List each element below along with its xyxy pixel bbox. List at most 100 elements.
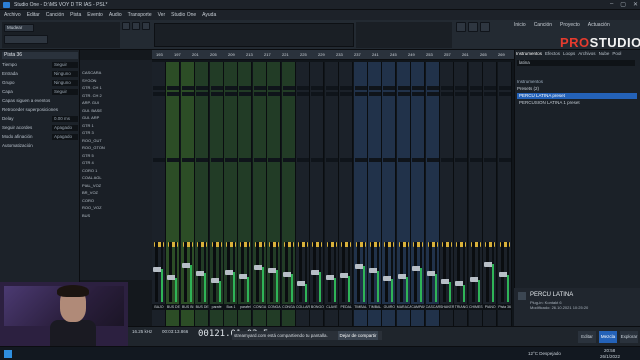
track-name[interactable]: CASCARA bbox=[80, 70, 152, 75]
channel-name[interactable]: BUS DE P bbox=[195, 304, 210, 310]
browser-tab[interactable]: Instrumentos bbox=[516, 51, 542, 56]
insert-slot[interactable] bbox=[196, 92, 209, 96]
channel-name[interactable]: BUS BI bbox=[180, 304, 195, 310]
split-tool-icon[interactable] bbox=[142, 22, 150, 30]
insert-slot[interactable] bbox=[253, 86, 266, 90]
browser-tab[interactable]: Archivos bbox=[578, 51, 595, 56]
insert-slot[interactable] bbox=[498, 86, 511, 90]
track-name[interactable]: BR_VOZ bbox=[80, 190, 152, 195]
browser-tab[interactable]: Loops bbox=[563, 51, 575, 56]
insert-slot[interactable] bbox=[253, 92, 266, 96]
sync-button[interactable] bbox=[4, 35, 48, 44]
inspector-value[interactable]: Ninguno bbox=[52, 71, 78, 77]
channel-name[interactable]: parafel congo bbox=[238, 304, 253, 310]
top-tab[interactable]: Actuación bbox=[588, 22, 610, 28]
insert-slot[interactable] bbox=[484, 86, 497, 90]
insert-slot[interactable] bbox=[354, 86, 367, 90]
top-tab[interactable]: Proyecto bbox=[560, 22, 580, 28]
inspector-value[interactable]: Apagado bbox=[52, 125, 78, 131]
channel-name[interactable]: CONGA 1 bbox=[252, 304, 267, 310]
insert-slot[interactable] bbox=[412, 92, 425, 96]
track-name[interactable]: CORO bbox=[80, 198, 152, 203]
send-slot[interactable] bbox=[369, 158, 381, 162]
browser-search-input[interactable]: latina bbox=[517, 60, 635, 66]
channel-name[interactable]: PIANO bbox=[483, 304, 498, 310]
range-tool-icon[interactable] bbox=[132, 22, 140, 30]
channel-name[interactable]: Pista 36 bbox=[497, 304, 512, 310]
insert-slot[interactable] bbox=[325, 86, 338, 90]
insert-slot[interactable] bbox=[397, 86, 410, 90]
send-slot[interactable] bbox=[340, 158, 353, 162]
channel-name[interactable]: GUIRO bbox=[382, 304, 397, 310]
channel-name[interactable]: CONGA 2 bbox=[267, 304, 282, 310]
track-name[interactable]: GUI. ARP bbox=[80, 115, 152, 120]
insert-slot[interactable] bbox=[210, 92, 223, 96]
inspector-value[interactable]: Seguir bbox=[52, 62, 78, 68]
top-tab[interactable]: Canción bbox=[534, 22, 552, 28]
mode-button[interactable]: Mudear bbox=[4, 24, 34, 32]
insert-slot[interactable] bbox=[268, 86, 281, 90]
track-name[interactable]: PIAL_VOZ bbox=[80, 183, 152, 188]
timeline-ruler[interactable]: 193 197 201 205 209 213 217 221 225 229 233 237 241 2… bbox=[152, 50, 514, 60]
send-slot[interactable] bbox=[282, 158, 295, 162]
channel-name[interactable]: COLLAR bbox=[296, 304, 310, 310]
send-slot[interactable] bbox=[441, 158, 453, 162]
menu-item[interactable]: Audio bbox=[109, 12, 122, 18]
insert-slot[interactable] bbox=[369, 92, 381, 96]
channel-name[interactable]: CAMPANA bbox=[411, 304, 426, 310]
inspector-value[interactable]: Seguir bbox=[52, 89, 78, 95]
browser-tab[interactable]: Efectos bbox=[545, 51, 560, 56]
insert-slot[interactable] bbox=[153, 86, 165, 90]
channel-name[interactable]: TIMBAL 1 bbox=[353, 304, 368, 310]
menu-item[interactable]: Canción bbox=[46, 12, 64, 18]
insert-slot[interactable] bbox=[297, 86, 309, 90]
insert-slot[interactable] bbox=[167, 92, 180, 96]
track-name[interactable]: ROO_GTON bbox=[80, 145, 152, 150]
channel-name[interactable]: CONGA 3 bbox=[281, 304, 296, 310]
send-slot[interactable] bbox=[455, 158, 468, 162]
menu-item[interactable]: Transporte bbox=[128, 12, 152, 18]
channel-name[interactable]: BONGO bbox=[310, 304, 325, 310]
insert-slot[interactable] bbox=[426, 86, 439, 90]
track-name[interactable]: BUS bbox=[80, 213, 152, 218]
insert-slot[interactable] bbox=[469, 86, 482, 90]
channel-name[interactable]: TRIANG bbox=[454, 304, 469, 310]
track-name[interactable]: GTR. CH 2 bbox=[80, 93, 152, 98]
channel-name[interactable]: BUS DE PI bbox=[166, 304, 181, 310]
menu-item[interactable]: Ver bbox=[158, 12, 166, 18]
insert-slot[interactable] bbox=[354, 92, 367, 96]
insert-slot[interactable] bbox=[153, 92, 165, 96]
send-slot[interactable] bbox=[253, 158, 266, 162]
menu-item[interactable]: Evento bbox=[87, 12, 103, 18]
insert-slot[interactable] bbox=[340, 92, 353, 96]
insert-slot[interactable] bbox=[225, 92, 237, 96]
top-tab[interactable]: Inicio bbox=[514, 22, 526, 28]
send-slot[interactable] bbox=[426, 158, 439, 162]
channel-name[interactable]: BAJO bbox=[152, 304, 166, 310]
inspector-value[interactable]: 0.00 ms bbox=[52, 116, 78, 122]
send-slot[interactable] bbox=[412, 158, 425, 162]
channel-name[interactable]: MARACA bbox=[396, 304, 411, 310]
insert-slot[interactable] bbox=[181, 86, 194, 90]
insert-slot[interactable] bbox=[426, 92, 439, 96]
track-name[interactable]: GTR 4 bbox=[80, 160, 152, 165]
insert-slot[interactable] bbox=[268, 92, 281, 96]
minimize-icon[interactable]: – bbox=[610, 1, 613, 8]
insert-slot[interactable] bbox=[325, 92, 338, 96]
insert-slot[interactable] bbox=[469, 92, 482, 96]
insert-slot[interactable] bbox=[498, 92, 511, 96]
channel-name[interactable]: parafe bombo bbox=[209, 304, 224, 310]
menu-item[interactable]: Archivo bbox=[4, 12, 21, 18]
insert-slot[interactable] bbox=[412, 86, 425, 90]
send-slot[interactable] bbox=[167, 158, 180, 162]
send-slot[interactable] bbox=[181, 158, 194, 162]
channel-name[interactable]: TIMBAL 2 bbox=[368, 304, 382, 310]
track-name[interactable]: ROO_VOZ bbox=[80, 205, 152, 210]
track-name[interactable]: GTR. CH 1 bbox=[80, 85, 152, 90]
insert-slot[interactable] bbox=[383, 86, 396, 90]
channel-name[interactable]: CASCARA bbox=[425, 304, 440, 310]
stop-sharing-button[interactable]: Dejar de compartir bbox=[338, 331, 378, 340]
insert-slot[interactable] bbox=[484, 92, 497, 96]
metronome-icon[interactable] bbox=[456, 22, 466, 32]
view-tab[interactable]: Editar bbox=[578, 331, 596, 343]
